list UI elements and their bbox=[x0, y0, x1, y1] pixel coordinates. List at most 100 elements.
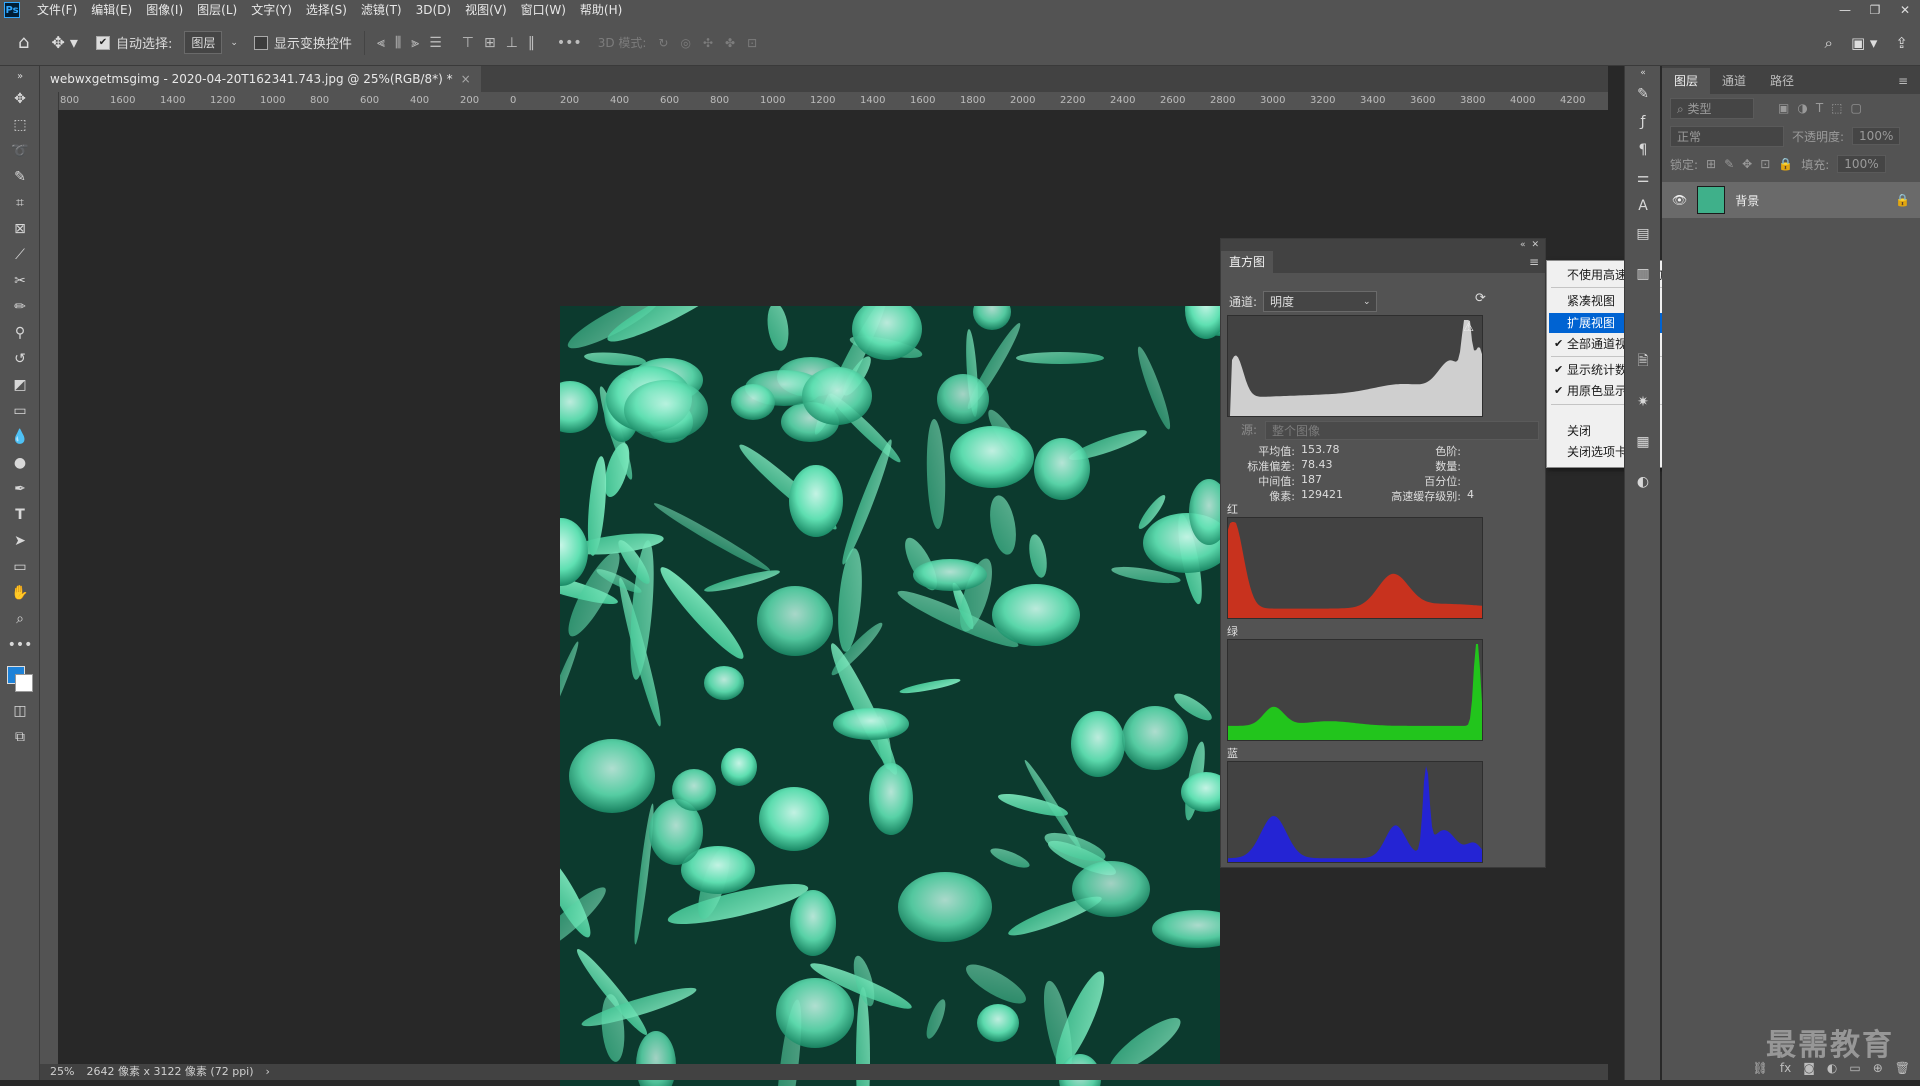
menu-3d[interactable]: 3D(D) bbox=[409, 0, 458, 20]
refresh-icon[interactable]: ⟳ bbox=[1475, 291, 1486, 306]
layers-menu-icon[interactable]: ≡ bbox=[1886, 68, 1920, 94]
visibility-eye-icon[interactable]: 👁 bbox=[1672, 193, 1687, 207]
menu-type[interactable]: 文字(Y) bbox=[244, 0, 299, 20]
close-window-icon[interactable]: ✕ bbox=[1890, 0, 1920, 20]
menu-layer[interactable]: 图层(L) bbox=[190, 0, 244, 20]
layer-filter-input[interactable]: ⌕ 类型 bbox=[1670, 97, 1754, 119]
slide-3d-icon[interactable]: ✤ bbox=[725, 36, 735, 50]
align-left-icon[interactable]: ⫷ bbox=[377, 35, 385, 51]
background-color[interactable] bbox=[15, 674, 33, 692]
layer-row-background[interactable]: 👁 背景 🔒 bbox=[1662, 182, 1920, 218]
menu-help[interactable]: 帮助(H) bbox=[573, 0, 629, 20]
dodge-tool-icon[interactable]: ● bbox=[0, 450, 40, 476]
menu-window[interactable]: 窗口(W) bbox=[514, 0, 573, 20]
screen-mode-icon[interactable]: ⧉ bbox=[0, 724, 40, 750]
opacity-input[interactable]: 100% bbox=[1852, 127, 1901, 145]
collapse-icon[interactable]: » bbox=[0, 66, 40, 86]
styles-icon[interactable]: ƒ bbox=[1625, 108, 1661, 136]
lock-all-icon[interactable]: 🔒 bbox=[1778, 157, 1793, 171]
status-arrow-icon[interactable]: › bbox=[266, 1064, 270, 1080]
align-hcenter-icon[interactable]: ⫼ bbox=[395, 35, 401, 51]
document-image[interactable] bbox=[560, 306, 1220, 1086]
workspace-icon[interactable]: ▣ ▾ bbox=[1851, 34, 1877, 52]
history-brush-tool-icon[interactable]: ↺ bbox=[0, 346, 40, 372]
align-vcenter-icon[interactable]: ⊞ bbox=[484, 35, 496, 51]
zoom-level[interactable]: 25% bbox=[50, 1064, 74, 1080]
filter-shape-icon[interactable]: ⬚ bbox=[1831, 101, 1842, 115]
source-select[interactable]: 整个图像 bbox=[1265, 421, 1540, 440]
character-icon[interactable]: A bbox=[1625, 192, 1661, 220]
home-icon[interactable]: ⌂ bbox=[18, 32, 29, 53]
navigator-icon[interactable]: ✷ bbox=[1625, 388, 1661, 416]
eraser-tool-icon[interactable]: ◩ bbox=[0, 372, 40, 398]
close-tab-icon[interactable]: × bbox=[461, 66, 471, 92]
tab-paths[interactable]: 路径 bbox=[1758, 68, 1806, 94]
adjustments-icon[interactable]: ⚌ bbox=[1625, 164, 1661, 192]
restore-icon[interactable]: ❐ bbox=[1860, 0, 1890, 20]
menu-view[interactable]: 视图(V) bbox=[458, 0, 514, 20]
dock-collapse-icon[interactable]: « bbox=[1625, 66, 1661, 80]
align-right-icon[interactable]: ⫸ bbox=[411, 35, 419, 51]
align-top-icon[interactable]: ⊤ bbox=[462, 35, 474, 51]
move-tool-icon[interactable]: ✥ bbox=[0, 86, 40, 112]
roll-3d-icon[interactable]: ◎ bbox=[680, 36, 690, 50]
histogram-dock-icon[interactable]: ▥ bbox=[1625, 260, 1661, 288]
panel-menu-icon[interactable]: ≡ bbox=[1529, 255, 1545, 273]
search-icon[interactable]: ⌕ bbox=[1825, 34, 1833, 52]
actions-icon[interactable]: ▦ bbox=[1625, 428, 1661, 456]
eyedropper-tool-icon[interactable]: ⟋ bbox=[0, 242, 40, 268]
quick-mask-icon[interactable]: ◫ bbox=[0, 698, 40, 724]
move-tool-preset-icon[interactable]: ✥ ▾ bbox=[51, 33, 78, 52]
lock-artboard-icon[interactable]: ⊡ bbox=[1760, 157, 1770, 171]
brush-settings-icon[interactable]: ✎ bbox=[1625, 80, 1661, 108]
edit-toolbar-icon[interactable]: ••• bbox=[0, 632, 40, 658]
clone-stamp-tool-icon[interactable]: ⚲ bbox=[0, 320, 40, 346]
lock-image-icon[interactable]: ✎ bbox=[1724, 157, 1734, 171]
type-tool-icon[interactable]: T bbox=[0, 502, 40, 528]
align-bottom-icon[interactable]: ⊥ bbox=[506, 35, 518, 51]
zoom-tool-icon[interactable]: ⌕ bbox=[0, 606, 40, 632]
pen-tool-icon[interactable]: ✒ bbox=[0, 476, 40, 502]
brush-tool-icon[interactable]: ✏ bbox=[0, 294, 40, 320]
tab-layers[interactable]: 图层 bbox=[1662, 68, 1711, 94]
hand-tool-icon[interactable]: ✋ bbox=[0, 580, 40, 606]
close-panel-icon[interactable]: ✕ bbox=[1531, 239, 1539, 251]
scale-3d-icon[interactable]: ⊡ bbox=[747, 36, 757, 50]
delete-layer-icon[interactable]: 🗑 bbox=[1895, 1061, 1910, 1075]
menu-select[interactable]: 选择(S) bbox=[299, 0, 354, 20]
share-icon[interactable]: ⇪ bbox=[1895, 34, 1908, 52]
marquee-tool-icon[interactable]: ⬚ bbox=[0, 112, 40, 138]
path-select-tool-icon[interactable]: ➤ bbox=[0, 528, 40, 554]
pan-3d-icon[interactable]: ✣ bbox=[703, 36, 713, 50]
fill-input[interactable]: 100% bbox=[1837, 155, 1886, 173]
paragraph-icon[interactable]: ¶ bbox=[1625, 136, 1661, 164]
menu-image[interactable]: 图像(I) bbox=[139, 0, 190, 20]
color-swatches[interactable] bbox=[0, 658, 40, 698]
auto-select-checkbox[interactable]: ✔ 自动选择: bbox=[95, 33, 172, 52]
distribute-vertical-icon[interactable]: ‖ bbox=[528, 35, 535, 51]
crop-tool-icon[interactable]: ⌗ bbox=[0, 190, 40, 216]
layer-name[interactable]: 背景 bbox=[1735, 192, 1759, 209]
filter-pixel-icon[interactable]: ▣ bbox=[1778, 101, 1789, 115]
tab-channels[interactable]: 通道 bbox=[1710, 68, 1758, 94]
histogram-tab[interactable]: 直方图 bbox=[1221, 251, 1274, 273]
menu-edit[interactable]: 编辑(E) bbox=[84, 0, 139, 20]
menu-file[interactable]: 文件(F) bbox=[30, 0, 84, 20]
filter-adjust-icon[interactable]: ◑ bbox=[1797, 101, 1807, 115]
filter-type-icon[interactable]: T bbox=[1816, 101, 1823, 115]
document-tab[interactable]: webwxgetmsgimg - 2020-04-20T162341.743.j… bbox=[40, 66, 481, 92]
gradient-tool-icon[interactable]: ▭ bbox=[0, 398, 40, 424]
rectangle-tool-icon[interactable]: ▭ bbox=[0, 554, 40, 580]
show-transform-checkbox[interactable]: 显示变换控件 bbox=[253, 33, 352, 52]
orbit-3d-icon[interactable]: ↻ bbox=[658, 36, 668, 50]
libraries-icon[interactable]: ▤ bbox=[1625, 220, 1661, 248]
lock-transparent-icon[interactable]: ⊞ bbox=[1706, 157, 1716, 171]
menu-filter[interactable]: 滤镜(T) bbox=[354, 0, 409, 20]
lock-position-icon[interactable]: ✥ bbox=[1742, 157, 1752, 171]
color-icon[interactable]: ◐ bbox=[1625, 468, 1661, 496]
lasso-tool-icon[interactable]: ➰ bbox=[0, 138, 40, 164]
healing-tool-icon[interactable]: ✂ bbox=[0, 268, 40, 294]
minimize-icon[interactable]: — bbox=[1830, 0, 1860, 20]
filter-smart-icon[interactable]: ▢ bbox=[1851, 101, 1862, 115]
collapse-panel-icon[interactable]: « bbox=[1520, 239, 1526, 251]
